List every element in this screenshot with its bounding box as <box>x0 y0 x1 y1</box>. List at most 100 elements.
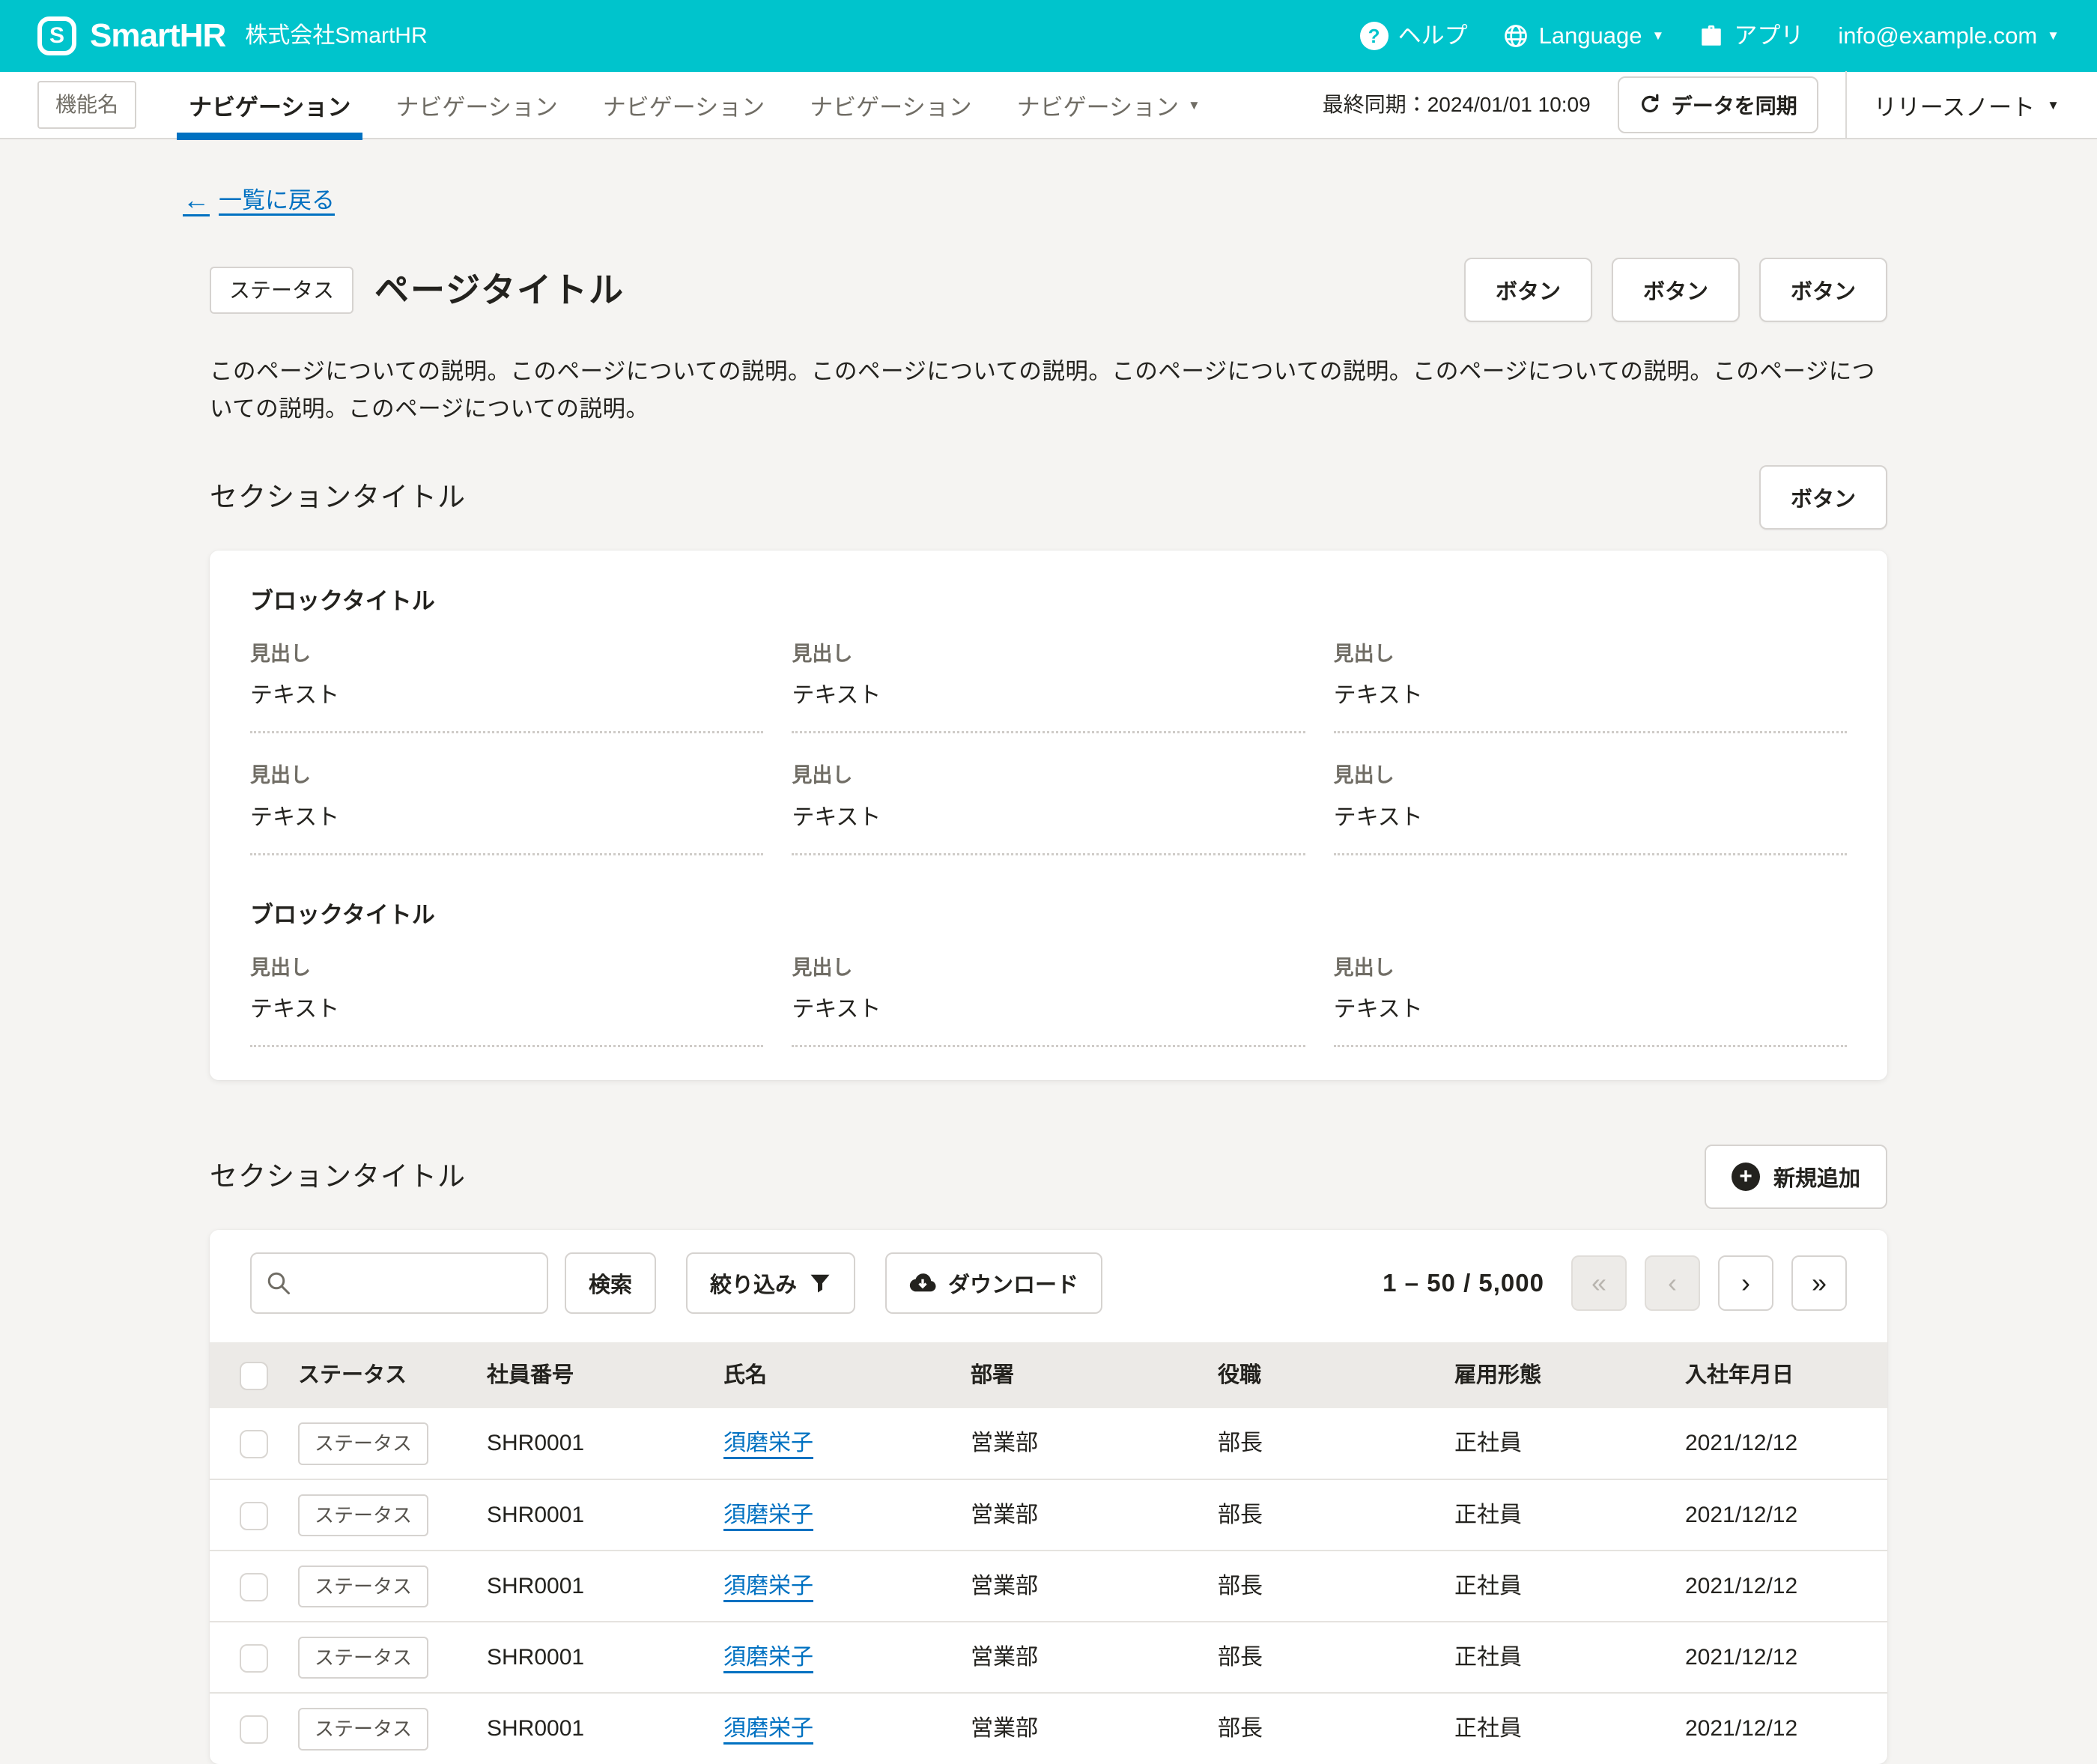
field-value: テキスト <box>792 680 1305 712</box>
table-toolbar: 検索 絞り込み ダウンロード 1 – 50 / 5,000 « ‹ <box>210 1252 1887 1314</box>
field-value: テキスト <box>1334 802 1847 834</box>
funnel-icon <box>809 1272 831 1294</box>
header-menu: ? ヘルプ Language ▼ アプリ info@example.com ▼ <box>1360 19 2060 52</box>
back-link[interactable]: ← 一覧に戻る <box>183 181 335 219</box>
filter-button[interactable]: 絞り込み <box>686 1252 855 1314</box>
brand-logo[interactable]: S SmartHR <box>37 13 225 59</box>
pagination-first-button[interactable]: « <box>1571 1255 1627 1311</box>
field: 見出し テキスト <box>792 762 1305 855</box>
department: 営業部 <box>971 1479 1218 1551</box>
employee-name-link[interactable]: 須磨栄子 <box>723 1503 813 1527</box>
hire-date: 2021/12/12 <box>1685 1693 1887 1764</box>
employee-id: SHR0001 <box>487 1408 723 1479</box>
search-button[interactable]: 検索 <box>565 1252 656 1314</box>
nav-tab-4[interactable]: ナビゲーション <box>787 71 994 139</box>
nav-divider <box>1845 71 1847 139</box>
section1-action-button[interactable]: ボタン <box>1759 465 1887 530</box>
help-label: ヘルプ <box>1398 19 1468 52</box>
page-action-button-1[interactable]: ボタン <box>1464 258 1592 322</box>
table-row: ステータス SHR0001 須磨栄子 営業部 部長 正社員 2021/12/12 <box>210 1693 1887 1764</box>
search-icon <box>265 1270 292 1297</box>
nav-tab-label: ナビゲーション <box>189 88 350 122</box>
employment-type: 正社員 <box>1454 1693 1685 1764</box>
search-box <box>250 1252 548 1314</box>
employee-name-link[interactable]: 須磨栄子 <box>723 1431 813 1455</box>
department: 営業部 <box>971 1408 1218 1479</box>
nav-tab-label: ナビゲーション <box>603 88 765 122</box>
employee-name-link[interactable]: 須磨栄子 <box>723 1574 813 1598</box>
nav-tabs: ナビゲーション ナビゲーション ナビゲーション ナビゲーション ナビゲーション … <box>166 71 1223 139</box>
field-label: 見出し <box>250 640 763 669</box>
field-grid: 見出し テキスト 見出し テキスト 見出し テキスト 見出し テキスト 見出し <box>250 640 1847 856</box>
apps-menu[interactable]: アプリ <box>1699 19 1803 52</box>
column-header-status: ステータス <box>298 1342 487 1408</box>
nav-tab-1[interactable]: ナビゲーション <box>166 71 373 139</box>
status-badge: ステータス <box>298 1566 428 1607</box>
add-new-label: 新規追加 <box>1773 1161 1860 1192</box>
column-header-employee-id: 社員番号 <box>487 1342 723 1408</box>
table-header: ステータス 社員番号 氏名 部署 役職 雇用形態 入社年月日 <box>210 1342 1887 1408</box>
nav-tab-label: ナビゲーション <box>1017 88 1179 122</box>
employee-name-link[interactable]: 須磨栄子 <box>723 1645 813 1670</box>
employment-type: 正社員 <box>1454 1408 1685 1479</box>
filter-label: 絞り込み <box>710 1267 797 1299</box>
field-value: テキスト <box>250 680 763 712</box>
status-badge: ステータス <box>298 1637 428 1679</box>
nav-tab-3[interactable]: ナビゲーション <box>580 71 787 139</box>
download-label: ダウンロード <box>948 1267 1078 1299</box>
row-checkbox[interactable] <box>240 1502 268 1530</box>
employee-name-link[interactable]: 須磨栄子 <box>723 1716 813 1741</box>
block-title: ブロックタイトル <box>250 899 1847 931</box>
chevron-left-icon: ‹ <box>1668 1267 1677 1299</box>
column-header-name: 氏名 <box>723 1342 971 1408</box>
table-row: ステータス SHR0001 須磨栄子 営業部 部長 正社員 2021/12/12 <box>210 1408 1887 1479</box>
pagination-prev-button[interactable]: ‹ <box>1645 1255 1700 1311</box>
status-badge: ステータス <box>298 1422 428 1464</box>
page-action-button-3[interactable]: ボタン <box>1759 258 1887 322</box>
help-link[interactable]: ? ヘルプ <box>1360 19 1468 52</box>
column-header-hire-date: 入社年月日 <box>1685 1342 1887 1408</box>
double-chevron-left-icon: « <box>1591 1267 1606 1299</box>
department: 営業部 <box>971 1622 1218 1693</box>
section1-head: セクションタイトル ボタン <box>210 465 1887 530</box>
row-checkbox[interactable] <box>240 1715 268 1744</box>
column-header-position: 役職 <box>1218 1342 1454 1408</box>
table-header-row: ステータス 社員番号 氏名 部署 役職 雇用形態 入社年月日 <box>210 1342 1887 1408</box>
release-notes-label: リリースノート <box>1874 88 2035 122</box>
back-link-label: 一覧に戻る <box>219 184 335 216</box>
field-label: 見出し <box>1334 954 1847 983</box>
release-notes-menu[interactable]: リリースノート ▼ <box>1874 88 2060 122</box>
row-checkbox[interactable] <box>240 1644 268 1673</box>
field: 見出し テキスト <box>1334 640 1847 734</box>
nav-tab-2[interactable]: ナビゲーション <box>373 71 580 139</box>
field-label: 見出し <box>792 954 1305 983</box>
caret-down-icon: ▼ <box>1652 29 1665 42</box>
page-action-button-2[interactable]: ボタン <box>1612 258 1740 322</box>
status-badge: ステータス <box>298 1708 428 1750</box>
pagination-range: 1 – 50 / 5,000 <box>1383 1266 1544 1300</box>
field-value: テキスト <box>792 994 1305 1025</box>
page-title: ページタイトル <box>374 266 625 314</box>
field-label: 見出し <box>250 954 763 983</box>
pagination: 1 – 50 / 5,000 « ‹ › » <box>1383 1255 1847 1311</box>
department: 営業部 <box>971 1551 1218 1622</box>
double-chevron-right-icon: » <box>1812 1267 1827 1299</box>
employee-id: SHR0001 <box>487 1693 723 1764</box>
add-new-button[interactable]: + 新規追加 <box>1705 1145 1887 1209</box>
account-menu[interactable]: info@example.com ▼ <box>1838 19 2060 52</box>
briefcase-icon <box>1699 23 1724 49</box>
hire-date: 2021/12/12 <box>1685 1479 1887 1551</box>
row-checkbox[interactable] <box>240 1430 268 1458</box>
sync-data-button[interactable]: データを同期 <box>1618 76 1818 133</box>
pagination-last-button[interactable]: » <box>1791 1255 1847 1311</box>
field-value: テキスト <box>250 994 763 1025</box>
language-menu[interactable]: Language ▼ <box>1502 19 1665 52</box>
select-all-checkbox[interactable] <box>240 1362 268 1390</box>
search-input[interactable] <box>301 1271 533 1296</box>
field-value: テキスト <box>250 802 763 834</box>
nav-tab-5-dropdown[interactable]: ナビゲーション ▼ <box>995 71 1223 139</box>
field-value: テキスト <box>792 802 1305 834</box>
pagination-next-button[interactable]: › <box>1718 1255 1773 1311</box>
download-button[interactable]: ダウンロード <box>885 1252 1102 1314</box>
row-checkbox[interactable] <box>240 1573 268 1601</box>
